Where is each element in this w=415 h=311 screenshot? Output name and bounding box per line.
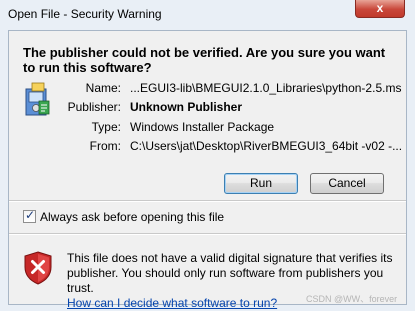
name-label: Name:	[85, 81, 121, 95]
divider	[9, 233, 406, 235]
from-label: From:	[89, 139, 121, 153]
title-bar[interactable]: Open File - Security Warning x	[0, 0, 415, 30]
always-ask-label[interactable]: Always ask before opening this file	[40, 210, 224, 224]
window-title: Open File - Security Warning	[8, 7, 162, 21]
publisher-label: Publisher:	[67, 100, 121, 114]
publisher-row: Publisher: Unknown Publisher	[9, 100, 408, 116]
security-shield-error-icon	[24, 251, 52, 285]
close-button[interactable]: x	[355, 0, 405, 18]
name-row: Name: ...EGUI3-lib\BMEGUI2.1.0_Libraries…	[9, 81, 408, 97]
headline: The publisher could not be verified. Are…	[23, 45, 386, 75]
watermark: CSDN @WW、forever	[306, 294, 398, 304]
checkmark-icon: ✓	[25, 208, 36, 222]
cancel-button[interactable]: Cancel	[310, 173, 384, 194]
help-link[interactable]: How can I decide what software to run?	[67, 296, 277, 310]
close-icon: x	[376, 1, 384, 15]
type-row: Type: Windows Installer Package	[9, 120, 408, 136]
warning-text: This file does not have a valid digital …	[67, 251, 393, 295]
dialog-content: The publisher could not be verified. Are…	[8, 30, 408, 310]
divider	[9, 200, 406, 202]
security-warning-dialog: Open File - Security Warning x The publi…	[0, 0, 415, 311]
run-button[interactable]: Run	[224, 173, 298, 194]
type-label: Type:	[91, 120, 121, 134]
from-row: From: C:\Users\jat\Desktop\RiverBMEGUI3_…	[9, 139, 408, 155]
always-ask-checkbox[interactable]: ✓	[23, 208, 36, 223]
publisher-value: Unknown Publisher	[130, 100, 243, 114]
from-value: C:\Users\jat\Desktop\RiverBMEGUI3_64bit …	[130, 139, 402, 153]
type-value: Windows Installer Package	[130, 120, 275, 134]
name-value: ...EGUI3-lib\BMEGUI2.1.0_Libraries\pytho…	[130, 81, 402, 95]
